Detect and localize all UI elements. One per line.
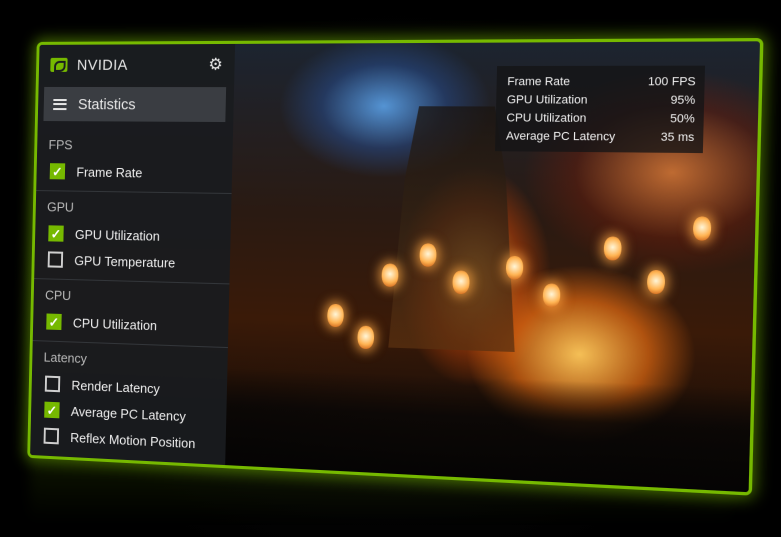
- group-gpu: GPU ✓ GPU Utilization GPU Temperature: [34, 191, 232, 285]
- toggle-label: CPU Utilization: [72, 314, 158, 333]
- group-cpu: CPU ✓ CPU Utilization: [32, 279, 230, 349]
- group-fps: FPS ✓ Frame Rate: [36, 129, 234, 195]
- statistics-sidebar: NVIDIA ⚙ Statistics FPS ✓ Frame Rate GPU: [30, 43, 236, 466]
- stat-label: CPU Utilization: [506, 111, 587, 125]
- stat-value: 100 FPS: [647, 74, 696, 89]
- stat-value: 50%: [669, 111, 695, 126]
- scene-lantern: [452, 270, 470, 295]
- stat-label: Frame Rate: [507, 75, 571, 88]
- performance-overlay: Frame Rate 100 FPS GPU Utilization 95% C…: [494, 65, 706, 154]
- scene-lantern: [381, 263, 399, 287]
- toggle-frame-rate[interactable]: ✓ Frame Rate: [36, 158, 232, 187]
- stage: NVIDIA ⚙ Statistics FPS ✓ Frame Rate GPU: [0, 0, 781, 537]
- scene-lantern: [542, 283, 561, 308]
- stat-row-cpu-utilization: CPU Utilization 50%: [506, 109, 695, 128]
- stat-value: 95%: [670, 93, 696, 107]
- check-icon[interactable]: ✓: [49, 163, 66, 180]
- monitor-screen: NVIDIA ⚙ Statistics FPS ✓ Frame Rate GPU: [27, 37, 764, 496]
- stat-row-gpu-utilization: GPU Utilization 95%: [507, 91, 696, 110]
- toggle-label: Render Latency: [71, 377, 161, 397]
- scene-lantern: [603, 236, 622, 261]
- checkbox-empty[interactable]: [47, 251, 64, 268]
- toggle-label: Frame Rate: [76, 163, 143, 180]
- check-icon[interactable]: ✓: [48, 225, 64, 242]
- scene-lantern: [646, 269, 666, 295]
- statistics-menu-button[interactable]: Statistics: [43, 86, 227, 123]
- scene-lantern: [692, 216, 712, 241]
- toggle-label: Reflex Motion Position: [70, 429, 196, 451]
- stat-label: Average PC Latency: [505, 129, 616, 144]
- monitor-wrap: NVIDIA ⚙ Statistics FPS ✓ Frame Rate GPU: [0, 0, 781, 537]
- check-icon[interactable]: ✓: [46, 313, 62, 331]
- scene-lantern: [419, 243, 437, 267]
- hamburger-menu-icon: [53, 98, 67, 110]
- stat-row-average-pc-latency: Average PC Latency 35 ms: [506, 127, 695, 147]
- gear-icon[interactable]: ⚙: [208, 54, 223, 75]
- toggle-gpu-temperature[interactable]: GPU Temperature: [34, 246, 230, 277]
- sidebar-title: Statistics: [77, 95, 136, 113]
- stat-label: GPU Utilization: [506, 93, 588, 107]
- brand-name: NVIDIA: [76, 56, 129, 74]
- scene-lantern: [327, 303, 344, 328]
- nvidia-logo-icon: [50, 57, 68, 72]
- stat-row-frame-rate: Frame Rate 100 FPS: [507, 72, 696, 91]
- toggle-label: GPU Temperature: [74, 252, 176, 271]
- toggle-label: Average PC Latency: [70, 403, 187, 424]
- sidebar-header: NVIDIA ⚙: [39, 44, 235, 85]
- check-icon[interactable]: ✓: [44, 401, 60, 419]
- group-label: FPS: [48, 137, 73, 153]
- stat-value: 35 ms: [660, 130, 695, 144]
- checkbox-empty[interactable]: [44, 375, 61, 393]
- checkbox-empty[interactable]: [43, 427, 60, 445]
- scene-lantern: [357, 325, 375, 350]
- toggle-cpu-utilization[interactable]: ✓ CPU Utilization: [33, 308, 229, 341]
- group-latency: Latency Render Latency ✓ Average PC Late…: [30, 341, 228, 464]
- scene-lantern: [505, 255, 524, 280]
- toggle-label: GPU Utilization: [74, 226, 161, 244]
